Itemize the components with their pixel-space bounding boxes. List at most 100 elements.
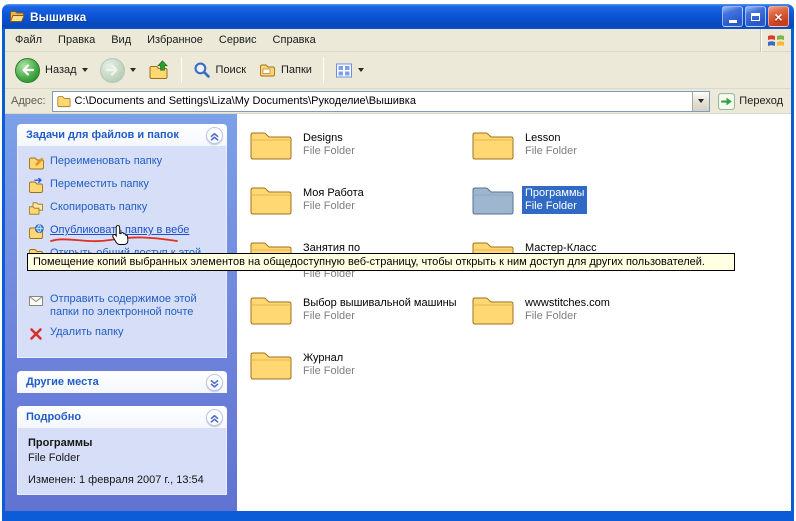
- address-combobox[interactable]: C:\Documents and Settings\Liza\My Docume…: [52, 91, 711, 112]
- task-copy-folder[interactable]: Скопировать папку: [28, 201, 220, 217]
- folder-tile-zhurnal[interactable]: ЖурналFile Folder: [249, 348, 471, 403]
- folder-icon: [249, 183, 293, 217]
- details-item-name: Программы: [28, 437, 220, 449]
- folder-name: Lesson: [525, 132, 577, 145]
- folder-name: Моя Работа: [303, 187, 364, 200]
- windows-logo-area: [760, 29, 791, 52]
- toolbar-separator: [323, 57, 324, 83]
- search-label: Поиск: [216, 64, 246, 76]
- folder-name: Выбор вышивальной машины: [303, 297, 457, 310]
- menu-tools[interactable]: Сервис: [211, 30, 265, 50]
- folder-tile-designs[interactable]: DesignsFile Folder: [249, 128, 471, 183]
- folder-name: wwwstitches.com: [525, 297, 610, 310]
- panel-file-folder-tasks: Задачи для файлов и папок: [17, 124, 227, 358]
- details-item-type: File Folder: [28, 452, 220, 464]
- minimize-button[interactable]: [722, 6, 743, 27]
- menu-edit[interactable]: Правка: [50, 30, 103, 50]
- search-icon: [193, 61, 211, 79]
- folder-tile-programmy-selected[interactable]: ПрограммыFile Folder: [471, 183, 693, 238]
- folders-icon: [258, 62, 276, 78]
- collapse-button[interactable]: [206, 127, 223, 144]
- task-label: Переместить папку: [50, 178, 149, 191]
- panel-details: Подробно Программы File Folder Изменен: …: [17, 406, 227, 495]
- details-body: Программы File Folder Изменен: 1 февраля…: [17, 428, 227, 495]
- go-button[interactable]: Переход: [716, 93, 785, 110]
- folder-tile-wwwstitches[interactable]: wwwstitches.comFile Folder: [471, 293, 693, 348]
- maximize-button[interactable]: [745, 6, 766, 27]
- folder-name: Designs: [303, 132, 355, 145]
- explorer-window: Вышивка × Файл Правка Вид Избранное Серв…: [2, 4, 794, 521]
- folder-tile-vybor-mashiny[interactable]: Выбор вышивальной машиныFile Folder: [249, 293, 471, 348]
- delete-icon: [28, 326, 44, 342]
- folder-name: Программы: [525, 187, 584, 200]
- chevron-down-icon: [207, 375, 222, 390]
- details-header[interactable]: Подробно: [17, 406, 227, 428]
- collapse-button[interactable]: [206, 409, 223, 426]
- titlebar[interactable]: Вышивка ×: [2, 4, 794, 29]
- task-move-folder[interactable]: Переместить папку: [28, 178, 220, 194]
- maximize-icon: [751, 13, 760, 21]
- copy-icon: [28, 201, 44, 217]
- up-folder-icon: [148, 60, 170, 80]
- back-icon: [15, 58, 40, 83]
- expand-button[interactable]: [206, 374, 223, 391]
- folder-name: Журнал: [303, 352, 355, 365]
- task-label: Опубликовать папку в вебе: [50, 224, 189, 237]
- task-label: Отправить содержимое этой папки по элект…: [50, 293, 218, 319]
- folder-tile-moya-rabota[interactable]: Моя РаботаFile Folder: [249, 183, 471, 238]
- task-publish-folder-web[interactable]: Опубликовать папку в вебе: [28, 224, 220, 240]
- details-title: Подробно: [26, 411, 81, 423]
- minimize-icon: [729, 20, 737, 23]
- search-button[interactable]: Поиск: [188, 54, 251, 86]
- window-folder-icon: [9, 9, 25, 24]
- forward-dropdown-icon: [130, 68, 136, 72]
- menu-favorites[interactable]: Избранное: [139, 30, 211, 50]
- menu-view[interactable]: Вид: [103, 30, 139, 50]
- close-button[interactable]: ×: [768, 6, 789, 27]
- address-dropdown-button[interactable]: [692, 92, 709, 111]
- task-delete-folder[interactable]: Удалить папку: [28, 326, 220, 342]
- folder-icon: [249, 348, 293, 382]
- address-bar: Адрес: C:\Documents and Settings\Liza\My…: [5, 89, 791, 114]
- up-button[interactable]: [143, 54, 175, 86]
- folders-label: Папки: [281, 64, 312, 76]
- go-label: Переход: [739, 95, 783, 107]
- task-label: Переименовать папку: [50, 155, 162, 168]
- menubar: Файл Правка Вид Избранное Сервис Справка: [5, 29, 791, 52]
- folder-type: File Folder: [303, 145, 355, 158]
- file-list: DesignsFile Folder LessonFile Folder Моя…: [237, 114, 791, 511]
- back-button[interactable]: Назад: [10, 54, 93, 86]
- task-email-folder[interactable]: Отправить содержимое этой папки по элект…: [28, 293, 220, 319]
- folder-type: File Folder: [303, 365, 355, 378]
- other-places-title: Другие места: [26, 376, 99, 388]
- folder-tile-lesson[interactable]: LessonFile Folder: [471, 128, 693, 183]
- toolbar: Назад Поиск: [5, 52, 791, 89]
- task-sidebar: Задачи для файлов и папок: [5, 114, 237, 511]
- other-places-header[interactable]: Другие места: [17, 371, 227, 393]
- address-folder-icon: [56, 94, 71, 108]
- publish-icon: [28, 224, 44, 240]
- views-icon: [335, 62, 353, 79]
- task-rename-folder[interactable]: Переименовать папку: [28, 155, 220, 171]
- back-label: Назад: [45, 64, 77, 76]
- forward-button[interactable]: [95, 54, 141, 86]
- folder-icon: [249, 128, 293, 162]
- menu-help[interactable]: Справка: [265, 30, 324, 50]
- tasks-panel-header[interactable]: Задачи для файлов и папок: [17, 124, 227, 146]
- folders-button[interactable]: Папки: [253, 54, 317, 86]
- task-label: Скопировать папку: [50, 201, 147, 214]
- email-icon: [28, 293, 44, 309]
- folder-icon-selected: [471, 183, 515, 217]
- chevron-up-icon: [207, 410, 222, 425]
- menu-file[interactable]: Файл: [7, 30, 50, 50]
- details-item-modified: Изменен: 1 февраля 2007 г., 13:54: [28, 474, 220, 486]
- address-path: C:\Documents and Settings\Liza\My Docume…: [75, 95, 689, 107]
- views-dropdown-icon: [358, 68, 364, 72]
- rename-icon: [28, 155, 44, 171]
- folder-icon: [249, 293, 293, 327]
- tooltip: Помещение копий выбранных элементов на о…: [27, 253, 735, 271]
- folder-type: File Folder: [303, 200, 364, 213]
- views-button[interactable]: [330, 54, 369, 86]
- windows-logo-icon: [767, 32, 785, 48]
- task-label: Удалить папку: [50, 326, 124, 339]
